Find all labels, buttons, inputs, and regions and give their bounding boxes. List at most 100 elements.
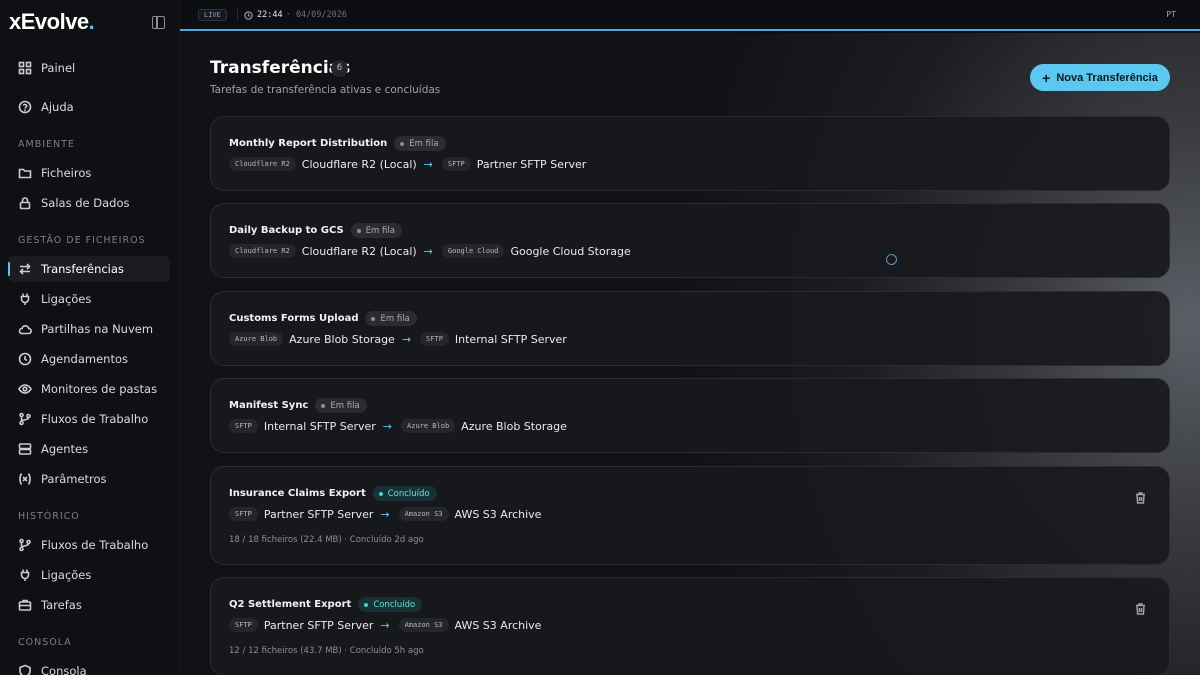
transfer-route: SFTP Partner SFTP Server → Amazon S3 AWS… <box>229 507 541 521</box>
status-dot-icon <box>364 602 369 607</box>
status-text: Em fila <box>330 400 360 411</box>
transfer-name-text: Insurance Claims Export <box>229 488 366 499</box>
status-dot-icon <box>356 228 361 233</box>
trash-icon[interactable] <box>1135 489 1146 504</box>
transfer-card[interactable]: Monthly Report Distribution Em fila Clou… <box>210 116 1170 191</box>
sidebar-item-partilhas-na-nuvem[interactable]: Partilhas na Nuvem <box>8 316 170 342</box>
transfer-card[interactable]: Q2 Settlement Export Concluído SFTP Part… <box>210 577 1170 675</box>
source-name: Partner SFTP Server <box>263 618 374 632</box>
transfer-card[interactable]: Daily Backup to GCS Em fila Cloudflare R… <box>210 203 1170 278</box>
sidebar-item-label: Partilhas na Nuvem <box>41 322 154 336</box>
destination-type-tag: Amazon S3 <box>398 507 449 521</box>
sidebar-item-label: Agendamentos <box>41 352 128 366</box>
section-label-historico: HISTÓRICO <box>18 511 80 522</box>
source-name: Azure Blob Storage <box>289 332 395 346</box>
sidebar-item-ficheiros[interactable]: Ficheiros <box>8 160 170 186</box>
source-type-tag: SFTP <box>229 618 258 632</box>
status-badge: Em fila <box>350 223 402 238</box>
sidebar-item-label: Fluxos de Trabalho <box>41 538 149 552</box>
sidebar-item-agentes[interactable]: Agentes <box>8 436 170 462</box>
lock-icon <box>18 196 32 210</box>
transfer-name-text: Customs Forms Upload <box>229 313 359 324</box>
source-type-tag: SFTP <box>229 507 258 521</box>
sidebar-item-ajuda[interactable]: Ajuda <box>8 94 170 120</box>
top-bar: LIVE 22:44 · 04/09/2026 PT <box>180 0 1200 31</box>
clock-time: 22:44 <box>257 10 283 20</box>
sidebar-item-fluxos-de-trabalho[interactable]: Fluxos de Trabalho <box>8 406 170 432</box>
sidebar-item-consola[interactable]: Consola <box>8 658 170 675</box>
git-branch-icon <box>18 538 32 552</box>
sidebar-item-painel[interactable]: Painel <box>8 55 170 81</box>
sidebar-item-historico-ligacoes[interactable]: Ligações <box>8 562 170 588</box>
transfer-name: Q2 Settlement Export Concluído <box>229 597 423 612</box>
sidebar-item-agendamentos[interactable]: Agendamentos <box>8 346 170 372</box>
sidebar-item-label: Ajuda <box>41 100 74 114</box>
transfer-name: Daily Backup to GCS Em fila <box>229 223 402 238</box>
sidebar-item-label: Ligações <box>41 568 92 582</box>
status-text: Concluído <box>387 488 430 499</box>
status-badge: Concluído <box>358 597 423 612</box>
source-type-tag: Cloudflare R2 <box>229 157 296 171</box>
transfer-name-text: Daily Backup to GCS <box>229 225 344 236</box>
sidebar-item-label: Transferências <box>41 262 124 276</box>
loading-spinner-icon <box>886 254 897 265</box>
sidebar-item-salas-de-dados[interactable]: Salas de Dados <box>8 190 170 216</box>
transfer-card[interactable]: Insurance Claims Export Concluído SFTP P… <box>210 466 1170 565</box>
sidebar-item-label: Monitores de pastas <box>41 382 158 396</box>
sidebar-collapse-icon[interactable] <box>152 16 165 29</box>
sidebar-item-historico-fluxos[interactable]: Fluxos de Trabalho <box>8 532 170 558</box>
destination-name: AWS S3 Archive <box>454 507 542 521</box>
destination-type-tag: Google Cloud <box>441 244 505 258</box>
main-content: Transferências 6 Tarefas de transferênci… <box>180 33 1200 675</box>
divider <box>237 9 238 21</box>
destination-name: Azure Blob Storage <box>461 419 567 433</box>
status-dot-icon <box>400 141 405 146</box>
destination-name: AWS S3 Archive <box>454 618 542 632</box>
transfer-name: Customs Forms Upload Em fila <box>229 311 417 326</box>
transfer-card[interactable]: Manifest Sync Em fila SFTP Internal SFTP… <box>210 378 1170 453</box>
new-transfer-button[interactable]: + Nova Transferência <box>1030 64 1170 91</box>
status-dot-icon <box>371 316 376 321</box>
source-name: Cloudflare R2 (Local) <box>301 244 417 258</box>
briefcase-icon <box>18 598 32 612</box>
sidebar-item-label: Ficheiros <box>41 166 92 180</box>
language-selector[interactable]: PT <box>1166 10 1176 19</box>
trash-icon[interactable] <box>1135 600 1146 615</box>
sidebar-item-label: Salas de Dados <box>41 196 130 210</box>
source-name: Cloudflare R2 (Local) <box>301 157 417 171</box>
transfer-route: SFTP Partner SFTP Server → Amazon S3 AWS… <box>229 618 541 632</box>
section-label-gestao: GESTÃO DE FICHEIROS <box>18 235 146 246</box>
transfer-card[interactable]: Customs Forms Upload Em fila Azure Blob … <box>210 291 1170 366</box>
source-name: Internal SFTP Server <box>263 419 376 433</box>
live-badge: LIVE <box>198 9 227 21</box>
status-text: Concluído <box>373 599 416 610</box>
arrow-right-icon: → <box>382 419 393 433</box>
count-badge: 6 <box>331 60 348 77</box>
sidebar-item-tarefas[interactable]: Tarefas <box>8 592 170 618</box>
arrow-right-icon: → <box>380 507 390 521</box>
app-logo[interactable]: xEvolve. <box>9 9 95 35</box>
status-badge: Em fila <box>315 398 367 413</box>
destination-name: Internal SFTP Server <box>454 332 567 346</box>
source-type-tag: Azure Blob <box>229 332 284 346</box>
sidebar-item-label: Ligações <box>41 292 92 306</box>
transfer-route: Cloudflare R2 Cloudflare R2 (Local) → SF… <box>229 157 586 171</box>
arrow-right-icon: → <box>423 157 433 171</box>
status-text: Em fila <box>380 313 410 324</box>
transfer-name-text: Q2 Settlement Export <box>229 599 352 610</box>
destination-type-tag: Amazon S3 <box>398 618 449 632</box>
source-type-tag: SFTP <box>229 419 258 433</box>
destination-name: Partner SFTP Server <box>476 157 587 171</box>
sidebar: xEvolve. Painel Ajuda AMBIENTE Ficheiros… <box>0 0 180 675</box>
sidebar-item-parametros[interactable]: Parâmetros <box>8 466 170 492</box>
status-badge: Em fila <box>394 136 446 151</box>
clock: 22:44 · 04/09/2026 <box>237 9 347 21</box>
sidebar-item-transferencias[interactable]: Transferências <box>8 256 170 282</box>
sidebar-item-ligacoes[interactable]: Ligações <box>8 286 170 312</box>
eye-icon <box>18 382 32 396</box>
sidebar-item-monitores-de-pastas[interactable]: Monitores de pastas <box>8 376 170 402</box>
status-dot-icon <box>378 491 383 496</box>
sidebar-item-label: Tarefas <box>41 598 82 612</box>
cloud-icon <box>18 322 32 336</box>
transfer-name-text: Manifest Sync <box>229 400 309 411</box>
